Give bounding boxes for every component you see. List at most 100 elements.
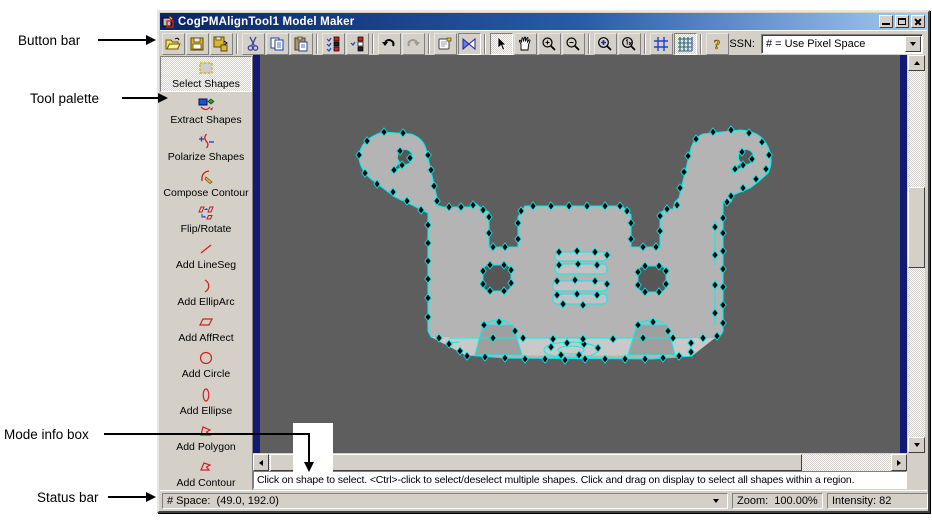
properties-button[interactable]	[433, 32, 457, 55]
redo-button[interactable]	[401, 32, 425, 55]
bracket-image	[253, 55, 907, 453]
help-question-icon: ?	[713, 37, 721, 52]
annotation-status-bar: Status bar	[37, 490, 99, 505]
properties-icon	[438, 37, 452, 49]
triangle-left-icon	[259, 459, 263, 466]
pointer-cursor-icon	[497, 35, 507, 50]
toolbar-separator	[428, 33, 430, 54]
annotation-arrowhead	[304, 462, 314, 472]
scroll-down-button[interactable]	[908, 437, 925, 453]
polarize-shapes-icon	[195, 132, 217, 150]
ssn-dropdown-button[interactable]	[905, 35, 921, 52]
deselect-shapes-button[interactable]	[345, 32, 369, 55]
palette-item-extract-shapes[interactable]: Extract Shapes	[160, 92, 252, 128]
chevron-down-icon	[910, 41, 916, 46]
palette-item-add-ellipse[interactable]: Add Ellipse	[160, 383, 252, 419]
zoom-out-button[interactable]	[561, 32, 585, 55]
scroll-left-button[interactable]	[253, 454, 269, 471]
paste-button[interactable]	[289, 32, 313, 55]
undo-arrow-icon	[382, 38, 395, 46]
pan-tool-button[interactable]	[513, 32, 537, 55]
palette-item-add-affrect[interactable]: Add AffRect	[160, 310, 252, 346]
run-button[interactable]	[457, 32, 481, 55]
zoom-1x-icon	[622, 36, 636, 51]
palette-item-add-elliparc[interactable]: Add EllipArc	[160, 274, 252, 310]
toolbar-separator	[236, 33, 238, 54]
palette-item-add-polygon[interactable]: Add Polygon	[160, 419, 252, 455]
zoom-in-icon	[542, 36, 556, 51]
checklist-clear-icon	[350, 36, 364, 51]
grid-coarse-button[interactable]	[649, 32, 673, 55]
image-display[interactable]	[253, 55, 907, 453]
svg-text:?: ?	[714, 38, 721, 52]
compose-contour-icon	[195, 168, 217, 186]
grid-fine-button[interactable]	[673, 32, 697, 55]
status-intensity-section: Intensity: 82	[827, 493, 928, 509]
paste-clipboard-icon	[294, 36, 308, 51]
save-as-button[interactable]	[209, 32, 233, 55]
annotation-line	[98, 39, 146, 41]
annotation-line	[108, 496, 146, 498]
save-button[interactable]	[185, 32, 209, 55]
annotation-line	[122, 97, 158, 99]
app-window: CogPMAlignTool1 Model Maker ? SSN: # = U…	[157, 10, 930, 513]
status-bar: # Space: (49.0, 192.0) Zoom: 100.00% Int…	[160, 490, 928, 510]
palette-item-add-contour[interactable]: Add Contour	[160, 455, 252, 491]
copy-icon	[270, 37, 284, 50]
toolbar-separator	[316, 33, 318, 54]
add-ellipse-icon	[195, 386, 217, 404]
ssn-combobox-value: # = Use Pixel Space	[766, 37, 866, 50]
cut-button[interactable]	[241, 32, 265, 55]
cut-scissors-icon	[247, 36, 259, 51]
triangle-down-icon	[913, 443, 920, 447]
add-lineseg-icon	[195, 240, 217, 258]
help-button[interactable]: ?	[705, 32, 729, 55]
palette-item-select-shapes[interactable]: Select Shapes	[160, 56, 252, 93]
add-contour-icon	[195, 458, 217, 476]
palette-item-compose-contour[interactable]: Compose Contour	[160, 165, 252, 201]
palette-item-add-circle[interactable]: Add Circle	[160, 346, 252, 382]
copy-button[interactable]	[265, 32, 289, 55]
palette-item-flip-rotate[interactable]: Flip/Rotate	[160, 201, 252, 237]
palette-item-add-lineseg[interactable]: Add LineSeg	[160, 237, 252, 273]
hscroll-thumb[interactable]	[270, 454, 802, 471]
annotation-line	[308, 433, 310, 463]
select-all-shapes-button[interactable]	[321, 32, 345, 55]
zoom-fit-button[interactable]	[593, 32, 617, 55]
pointer-tool-button[interactable]	[489, 32, 513, 55]
scroll-up-button[interactable]	[908, 55, 925, 71]
horizontal-scrollbar[interactable]	[253, 454, 907, 471]
open-folder-icon	[165, 37, 181, 49]
ssn-label: SSN:	[729, 37, 755, 50]
pan-hand-icon	[518, 36, 531, 50]
close-button-icon[interactable]	[911, 15, 925, 28]
palette-item-polarize-shapes[interactable]: Polarize Shapes	[160, 129, 252, 165]
tool-palette: Select Shapes Extract Shapes Polarize Sh…	[160, 56, 253, 492]
save-as-floppy-icon	[213, 36, 228, 51]
toolbar-separator	[372, 33, 374, 54]
app-icon	[162, 15, 174, 28]
space-coordinates: # Space: (49.0, 192.0)	[167, 495, 279, 507]
minimize-button-icon[interactable]	[879, 15, 893, 28]
zoom-1x-button[interactable]	[617, 32, 641, 55]
page: Button bar Tool palette Mode info box St…	[0, 0, 932, 523]
space-dropdown-icon[interactable]	[713, 499, 719, 503]
undo-button[interactable]	[377, 32, 401, 55]
zoom-fit-icon	[598, 36, 612, 51]
scroll-right-button[interactable]	[891, 454, 907, 471]
ssn-combobox[interactable]: # = Use Pixel Space	[761, 33, 923, 54]
vertical-scrollbar[interactable]	[908, 55, 925, 453]
annotation-arrowhead	[158, 93, 168, 103]
extract-shapes-icon	[195, 95, 217, 113]
title-bar[interactable]: CogPMAlignTool1 Model Maker	[160, 13, 927, 30]
toolbar-separator	[484, 33, 486, 54]
button-bar: ? SSN: # = Use Pixel Space	[160, 30, 927, 56]
intensity-value: Intensity: 82	[832, 495, 892, 507]
grid-fine-icon	[678, 36, 693, 52]
checklist-icon	[326, 36, 340, 52]
open-button[interactable]	[161, 32, 185, 55]
vscroll-thumb[interactable]	[908, 187, 925, 268]
zoom-in-button[interactable]	[537, 32, 561, 55]
maximize-button-icon[interactable]	[895, 15, 909, 28]
toolbar-separator	[700, 33, 702, 54]
